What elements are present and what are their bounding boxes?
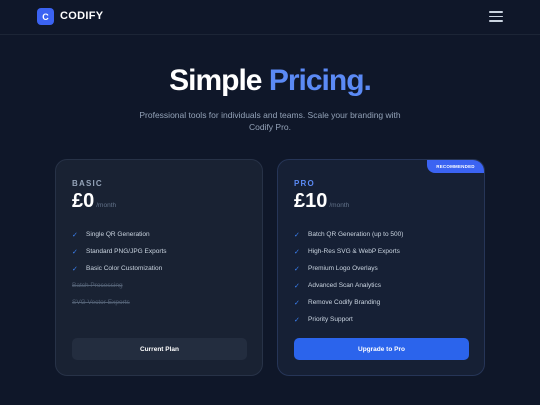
price-period: /month [329, 202, 350, 209]
feature-item-excluded: ✓SVG Vector Exports [72, 294, 167, 311]
feature-label: Batch QR Generation (up to 500) [308, 231, 404, 238]
price-period: /month [96, 202, 117, 209]
feature-label: Batch Processing [72, 282, 123, 289]
brand-name[interactable]: CODIFY [60, 10, 103, 22]
feature-label: Basic Color Customization [86, 265, 163, 272]
check-icon: ✓ [294, 299, 300, 307]
check-icon: ✓ [294, 248, 300, 256]
price-amount: £0 [72, 190, 95, 212]
feature-item: ✓ Remove Codify Branding [294, 294, 403, 311]
feature-label: Remove Codify Branding [308, 299, 381, 306]
logo-icon[interactable]: C [37, 8, 54, 25]
plan-price: £10/month [294, 190, 349, 213]
feature-label: Advanced Scan Analytics [308, 282, 381, 289]
feature-item: ✓ Premium Logo Overlays [294, 260, 403, 277]
top-navigation-bar: C CODIFY [0, 0, 540, 35]
title-part-accent: Pricing. [268, 64, 372, 97]
feature-label: SVG Vector Exports [72, 299, 130, 306]
plan-name: BASIC [72, 179, 103, 188]
feature-label: Single QR Generation [86, 231, 150, 238]
pricing-card-pro: RECOMMENDED PRO £10/month ✓ Batch QR Gene… [277, 159, 485, 376]
check-icon: ✓ [294, 265, 300, 273]
feature-item: ✓ Single QR Generation [72, 226, 167, 243]
current-plan-button[interactable]: Current Plan [72, 338, 247, 360]
recommended-badge: RECOMMENDED [427, 160, 484, 173]
feature-label: Premium Logo Overlays [308, 265, 378, 272]
check-icon: ✓ [294, 282, 300, 290]
check-icon: ✓ [294, 316, 300, 324]
feature-item: ✓ Batch QR Generation (up to 500) [294, 226, 403, 243]
feature-item: ✓ High-Res SVG & WebP Exports [294, 243, 403, 260]
feature-list: ✓ Batch QR Generation (up to 500) ✓ High-R… [294, 226, 403, 328]
page-title: Simple Pricing. [0, 64, 540, 98]
feature-label: Standard PNG/JPG Exports [86, 248, 167, 255]
feature-item: ✓ Basic Color Customization [72, 260, 167, 277]
pricing-card-basic: BASIC £0/month ✓ Single QR Generation ✓ St… [55, 159, 263, 376]
feature-item-excluded: ✓Batch Processing [72, 277, 167, 294]
feature-item: ✓ Advanced Scan Analytics [294, 277, 403, 294]
feature-item: ✓ Priority Support [294, 311, 403, 328]
plan-name: PRO [294, 179, 315, 188]
feature-label: High-Res SVG & WebP Exports [308, 248, 400, 255]
page-subtitle: Professional tools for individuals and t… [139, 110, 401, 132]
feature-list: ✓ Single QR Generation ✓ Standard PNG/JPG … [72, 226, 167, 311]
price-amount: £10 [294, 190, 328, 212]
upgrade-to-pro-button[interactable]: Upgrade to Pro [294, 338, 469, 360]
check-icon: ✓ [72, 231, 78, 239]
feature-label: Priority Support [308, 316, 353, 323]
hamburger-menu-icon[interactable] [489, 11, 503, 22]
title-part-primary: Simple [169, 64, 262, 97]
check-icon: ✓ [294, 231, 300, 239]
check-icon: ✓ [72, 265, 78, 273]
plan-price: £0/month [72, 190, 116, 213]
feature-item: ✓ Standard PNG/JPG Exports [72, 243, 167, 260]
check-icon: ✓ [72, 248, 78, 256]
